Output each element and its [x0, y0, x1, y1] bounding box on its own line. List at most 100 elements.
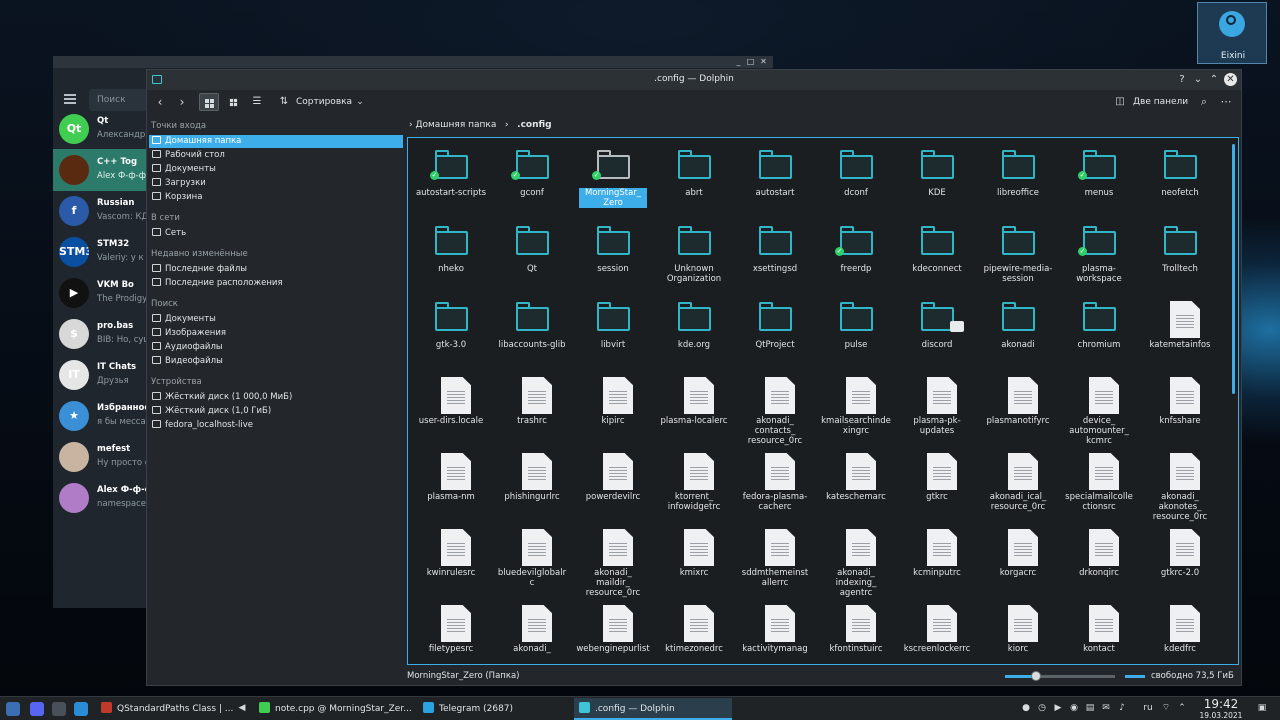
- folder-item[interactable]: pipewire-media- session: [978, 214, 1058, 286]
- taskbar-task[interactable]: note.cpp @ MorningStar_Zer...: [254, 698, 412, 720]
- taskbar-task[interactable]: Telegram (2687): [418, 698, 568, 720]
- file-item[interactable]: akonadi_ical_ resource_0rc: [978, 442, 1058, 514]
- details-view-icon[interactable]: ☰: [247, 93, 267, 111]
- places-item[interactable]: Документы: [149, 313, 403, 326]
- file-item[interactable]: trashrc: [492, 366, 572, 438]
- chat-item[interactable]: Alex Ф-ф-ф namespace: [53, 477, 147, 519]
- folder-item[interactable]: abrt: [654, 138, 734, 210]
- folder-item[interactable]: ✓ freerdp: [816, 214, 896, 286]
- file-item[interactable]: kscreenlockerrc: [897, 594, 977, 664]
- folder-item[interactable]: nheko: [411, 214, 491, 286]
- search-icon[interactable]: ⌕: [1196, 93, 1212, 111]
- folder-item[interactable]: gtk-3.0: [411, 290, 491, 362]
- places-item[interactable]: fedora_localhost-live: [149, 419, 403, 432]
- file-item[interactable]: phishingurlrc: [492, 442, 572, 514]
- folder-item[interactable]: QtProject: [735, 290, 815, 362]
- folder-item[interactable]: ✓ gconf: [492, 138, 572, 210]
- ide-icon[interactable]: [52, 702, 66, 716]
- tray-volume-icon[interactable]: ♪: [1116, 702, 1128, 714]
- folder-item[interactable]: libvirt: [573, 290, 653, 362]
- back-icon[interactable]: ‹: [152, 93, 168, 111]
- file-item[interactable]: bluedevilglobalr c: [492, 518, 572, 590]
- file-item[interactable]: user-dirs.locale: [411, 366, 491, 438]
- desktop-user-widget[interactable]: Eixini: [1197, 2, 1267, 64]
- file-item[interactable]: kateschemarc: [816, 442, 896, 514]
- breadcrumb-current[interactable]: .config: [517, 120, 551, 130]
- tray-vpn-icon[interactable]: ◉: [1068, 702, 1080, 714]
- more-menu-icon[interactable]: ⋯: [1218, 93, 1234, 111]
- folder-item[interactable]: session: [573, 214, 653, 286]
- tray-app-icon[interactable]: ●: [1020, 702, 1032, 714]
- places-item[interactable]: Жёсткий диск (1,0 ГиБ): [149, 405, 403, 418]
- file-item[interactable]: sddmthemeinst allerrc: [735, 518, 815, 590]
- tray-mail-icon[interactable]: ✉: [1100, 702, 1112, 714]
- folder-item[interactable]: discord: [897, 290, 977, 362]
- file-item[interactable]: akonadi_ indexing_ agentrc: [816, 518, 896, 598]
- file-item[interactable]: kiorc: [978, 594, 1058, 664]
- file-item[interactable]: akonadi_ contacts_ resource_0rc: [735, 366, 815, 446]
- file-item[interactable]: akonadi_: [492, 594, 572, 664]
- file-item[interactable]: ktorrent_ infowidgetrc: [654, 442, 734, 514]
- file-item[interactable]: plasma-pk- updates: [897, 366, 977, 438]
- places-item[interactable]: Корзина: [149, 191, 403, 204]
- clock[interactable]: 19:42 19.03.2021: [1196, 698, 1246, 720]
- minimize-icon[interactable]: _: [733, 57, 744, 67]
- chat-item[interactable]: Qt Qt Александр:: [53, 108, 147, 150]
- chat-item[interactable]: ★ Избранное я бы мессаг: [53, 395, 147, 437]
- folder-item[interactable]: neofetch: [1140, 138, 1220, 210]
- folder-item[interactable]: ✓ MorningStar_ Zero: [573, 138, 653, 210]
- folder-item[interactable]: kde.org: [654, 290, 734, 362]
- folder-item[interactable]: xsettingsd: [735, 214, 815, 286]
- forward-icon[interactable]: ›: [174, 93, 190, 111]
- folder-item[interactable]: libreoffice: [978, 138, 1058, 210]
- file-item[interactable]: plasmanotifyrc: [978, 366, 1058, 438]
- taskbar-task[interactable]: QStandardPaths Class | ...: [96, 698, 248, 720]
- file-item[interactable]: korgacrc: [978, 518, 1058, 590]
- vertical-scrollbar[interactable]: [1232, 144, 1235, 394]
- maximize-icon[interactable]: □: [745, 57, 756, 67]
- file-item[interactable]: ktimezonedrc: [654, 594, 734, 664]
- chat-item[interactable]: f Russian Vascom: КД: [53, 190, 147, 232]
- chevron-down-icon[interactable]: ⌄: [354, 93, 366, 111]
- fedora-launcher-icon[interactable]: [6, 702, 20, 716]
- show-desktop-icon[interactable]: ▣: [1254, 702, 1270, 714]
- folder-item[interactable]: ✓ menus: [1059, 138, 1139, 210]
- places-item[interactable]: Последние расположения: [149, 277, 403, 290]
- file-item[interactable]: gtkrc: [897, 442, 977, 514]
- file-item[interactable]: akonadi_ akonotes_ resource_0rc: [1140, 442, 1220, 522]
- places-item[interactable]: Сеть: [149, 227, 403, 240]
- places-item[interactable]: Видеофайлы: [149, 355, 403, 368]
- folder-item[interactable]: chromium: [1059, 290, 1139, 362]
- folder-item[interactable]: pulse: [816, 290, 896, 362]
- file-item[interactable]: fedora-plasma- cacherc: [735, 442, 815, 514]
- chat-item[interactable]: STM32 STM32 Valeriy: у к: [53, 231, 147, 273]
- places-item[interactable]: Последние файлы: [149, 263, 403, 276]
- tray-expand-icon[interactable]: ⌃: [1176, 702, 1188, 714]
- zoom-slider-handle[interactable]: [1030, 671, 1041, 681]
- folder-item[interactable]: ✓ plasma- workspace: [1059, 214, 1139, 286]
- file-item[interactable]: device_ automounter_ kcmrc: [1059, 366, 1139, 446]
- file-item[interactable]: kfontinstuirc: [816, 594, 896, 664]
- hamburger-menu-icon[interactable]: [64, 94, 76, 104]
- app-launcher-icon[interactable]: [74, 702, 88, 716]
- compact-view-button[interactable]: [223, 93, 243, 111]
- file-item[interactable]: kipirc: [573, 366, 653, 438]
- file-item[interactable]: kcminputrc: [897, 518, 977, 590]
- places-item[interactable]: Рабочий стол: [149, 149, 403, 162]
- file-item[interactable]: kmixrc: [654, 518, 734, 590]
- folder-item[interactable]: Qt: [492, 214, 572, 286]
- file-item[interactable]: gtkrc-2.0: [1140, 518, 1220, 590]
- file-item[interactable]: drkonqirc: [1059, 518, 1139, 590]
- file-item[interactable]: kactivitymanag: [735, 594, 815, 664]
- folder-item[interactable]: libaccounts-glib: [492, 290, 572, 362]
- file-item[interactable]: plasma-nm: [411, 442, 491, 514]
- close-icon[interactable]: ✕: [758, 57, 769, 67]
- file-item[interactable]: kdedfrc: [1140, 594, 1220, 664]
- chat-item[interactable]: $ pro.bas BIB: Но, суц: [53, 313, 147, 355]
- file-item[interactable]: kmailsearchinde xingrc: [816, 366, 896, 438]
- folder-item[interactable]: ✓ autostart-scripts: [411, 138, 491, 210]
- taskbar-task[interactable]: .config — Dolphin: [574, 698, 732, 720]
- folder-item[interactable]: kdeconnect: [897, 214, 977, 286]
- icons-view-button[interactable]: [199, 93, 219, 111]
- wifi-icon[interactable]: ⌔: [1160, 702, 1172, 714]
